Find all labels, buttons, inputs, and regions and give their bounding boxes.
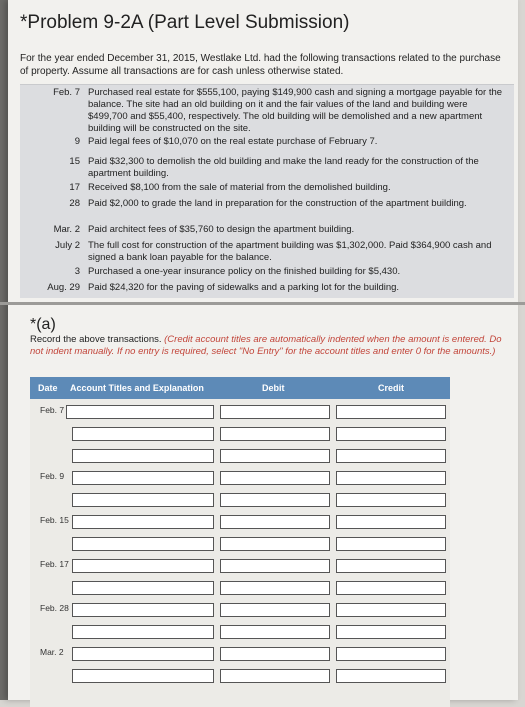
entry-date: Feb. 17	[40, 559, 69, 569]
transaction-text: Purchased a one-year insurance policy on…	[88, 266, 401, 277]
debit-input[interactable]	[220, 559, 330, 573]
credit-input[interactable]	[336, 603, 446, 617]
debit-input[interactable]	[220, 493, 330, 507]
transaction-date: Aug. 29	[47, 282, 80, 293]
debit-input[interactable]	[220, 669, 330, 683]
debit-input[interactable]	[220, 537, 330, 551]
page-title: *Problem 9-2A (Part Level Submission)	[20, 12, 350, 33]
transaction-date: 3	[74, 266, 80, 277]
credit-input[interactable]	[336, 559, 446, 573]
transactions-box: Feb. 7 Purchased real estate for $555,10…	[20, 84, 514, 298]
credit-input[interactable]	[336, 449, 446, 463]
entry-date: Feb. 28	[40, 603, 69, 613]
credit-input[interactable]	[336, 647, 446, 661]
transaction-text: Paid architect fees of $35,760 to design…	[88, 224, 355, 235]
transaction-date: Mar. 2	[53, 224, 80, 235]
account-title-input[interactable]	[72, 669, 214, 683]
credit-input[interactable]	[336, 625, 446, 639]
journal-header-row: Date Account Titles and Explanation Debi…	[30, 377, 450, 399]
transaction-text: Paid $24,320 for the paving of sidewalks…	[88, 282, 400, 293]
transaction-date: 9	[74, 136, 80, 147]
account-title-input[interactable]	[72, 647, 214, 661]
entry-date: Feb. 15	[40, 515, 69, 525]
account-title-input[interactable]	[72, 625, 214, 639]
account-title-input[interactable]	[72, 581, 214, 595]
entry-date: Mar. 2	[40, 647, 64, 657]
journal-entry-table: Date Account Titles and Explanation Debi…	[30, 377, 450, 707]
account-title-input[interactable]	[72, 603, 214, 617]
account-title-input[interactable]	[72, 515, 214, 529]
debit-input[interactable]	[220, 647, 330, 661]
credit-input[interactable]	[336, 493, 446, 507]
account-title-input[interactable]	[66, 405, 214, 419]
account-title-input[interactable]	[72, 427, 214, 441]
problem-intro: For the year ended December 31, 2015, We…	[20, 53, 501, 77]
debit-input[interactable]	[220, 405, 330, 419]
part-a-label: *(a)	[30, 316, 56, 333]
transaction-date: Feb. 7	[53, 87, 80, 98]
credit-input[interactable]	[336, 427, 446, 441]
credit-input[interactable]	[336, 581, 446, 595]
problem-page: *Problem 9-2A (Part Level Submission) Fo…	[8, 0, 518, 707]
section-divider	[0, 302, 525, 305]
part-a-instructions: Record the above transactions. (Credit a…	[30, 334, 514, 358]
left-window-edge	[0, 0, 8, 700]
transaction-text: Paid legal fees of $10,070 on the real e…	[88, 136, 378, 147]
transaction-date: 28	[69, 198, 80, 209]
account-title-input[interactable]	[72, 449, 214, 463]
credit-input[interactable]	[336, 669, 446, 683]
instruction-text: Record the above transactions.	[30, 334, 162, 345]
debit-input[interactable]	[220, 471, 330, 485]
transaction-date: 17	[69, 182, 80, 193]
account-title-input[interactable]	[72, 471, 214, 485]
debit-input[interactable]	[220, 515, 330, 529]
credit-input[interactable]	[336, 537, 446, 551]
entry-date: Feb. 9	[40, 471, 65, 481]
transaction-text: Paid $2,000 to grade the land in prepara…	[88, 198, 467, 209]
header-credit: Credit	[378, 383, 405, 393]
header-date: Date	[38, 383, 58, 393]
transaction-text: Received $8,100 from the sale of materia…	[88, 182, 391, 193]
header-account: Account Titles and Explanation	[70, 383, 204, 393]
account-title-input[interactable]	[72, 493, 214, 507]
debit-input[interactable]	[220, 427, 330, 441]
debit-input[interactable]	[220, 449, 330, 463]
transaction-text: The full cost for construction of the ap…	[88, 240, 492, 263]
credit-input[interactable]	[336, 515, 446, 529]
entry-date: Feb. 7	[40, 405, 65, 415]
account-title-input[interactable]	[72, 559, 214, 573]
debit-input[interactable]	[220, 625, 330, 639]
transaction-text: Purchased real estate for $555,100, payi…	[88, 87, 503, 134]
transaction-date: 15	[69, 156, 80, 167]
account-title-input[interactable]	[72, 537, 214, 551]
transaction-date: July 2	[55, 240, 80, 251]
credit-input[interactable]	[336, 405, 446, 419]
credit-input[interactable]	[336, 471, 446, 485]
header-debit: Debit	[262, 383, 285, 393]
transaction-text: Paid $32,300 to demolish the old buildin…	[88, 156, 479, 179]
debit-input[interactable]	[220, 603, 330, 617]
debit-input[interactable]	[220, 581, 330, 595]
